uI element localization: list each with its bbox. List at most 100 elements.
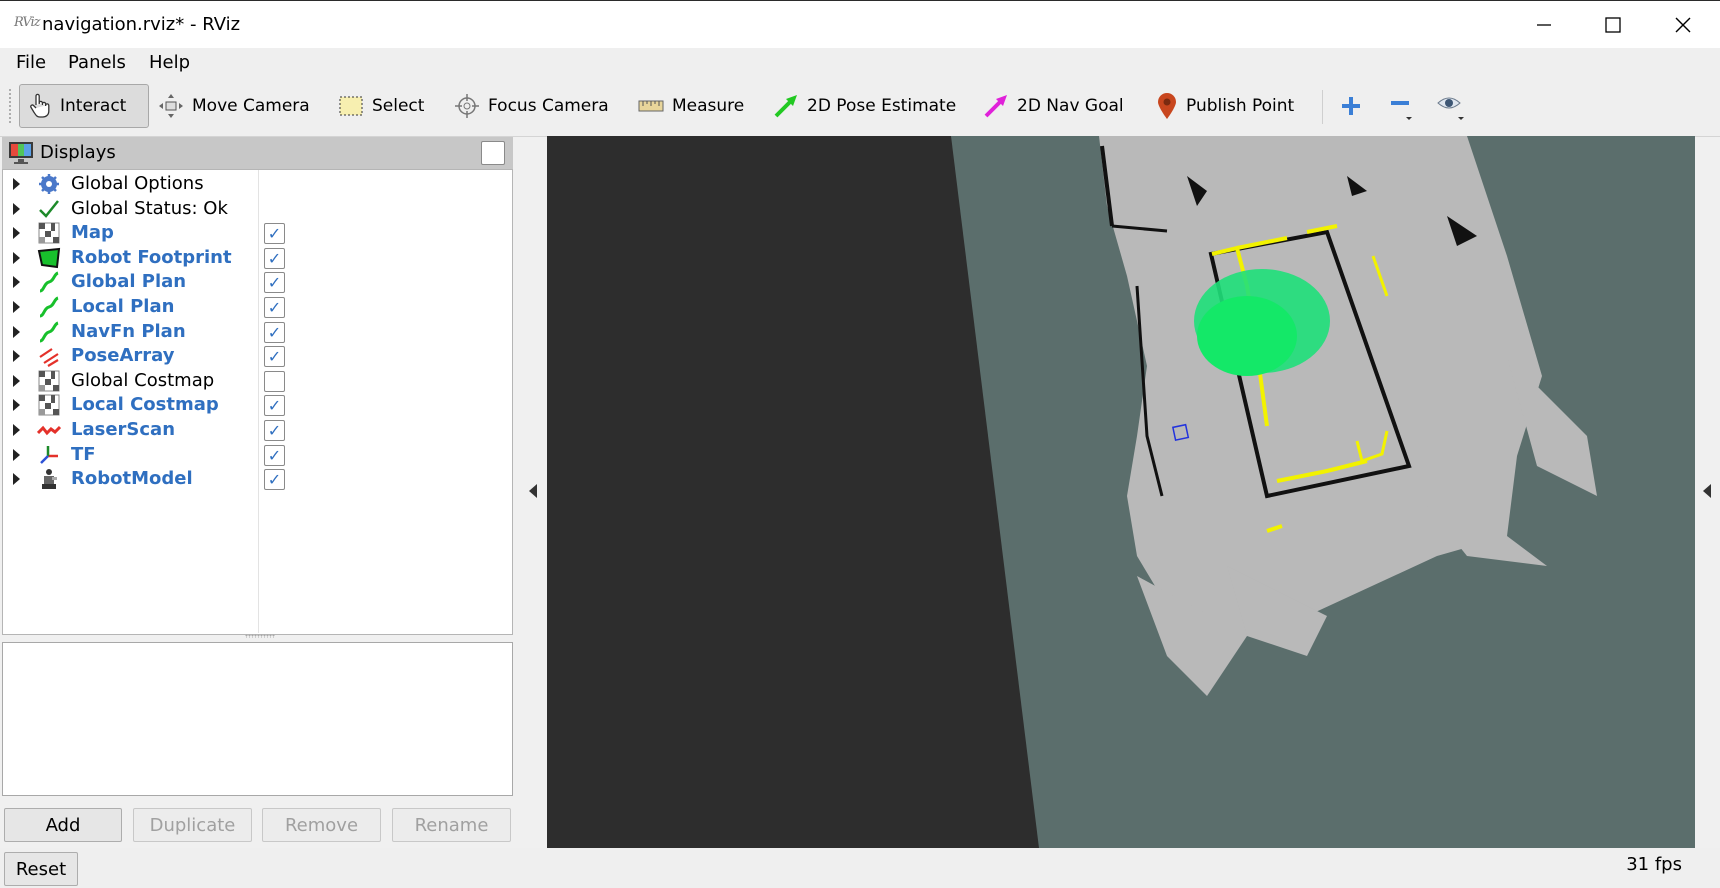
tool-interact-label: Interact <box>60 96 127 116</box>
expand-arrow-icon[interactable] <box>13 251 20 264</box>
display-item-local-plan[interactable]: Local Plan ✓ <box>3 293 512 320</box>
display-item-label: Local Plan <box>71 296 175 317</box>
grid-map-icon <box>37 370 61 392</box>
crosshair-icon <box>455 94 479 118</box>
tool-focus-camera[interactable]: Focus Camera <box>446 84 617 128</box>
grid-map-icon <box>37 222 61 244</box>
plus-icon <box>1342 97 1360 115</box>
tool-2d-pose-estimate-label: 2D Pose Estimate <box>807 96 957 116</box>
expand-arrow-icon[interactable] <box>13 325 20 338</box>
display-enabled-checkbox[interactable]: ✓ <box>264 321 285 343</box>
display-enabled-checkbox[interactable]: ✓ <box>264 223 285 245</box>
toolbar-separator <box>1322 90 1323 124</box>
view-panels-button[interactable] <box>1436 84 1476 128</box>
display-enabled-checkbox[interactable]: ✓ <box>264 469 285 491</box>
remove-tool-button[interactable] <box>1388 84 1424 128</box>
expand-arrow-icon[interactable] <box>13 276 20 289</box>
panel-float-button[interactable] <box>481 141 505 165</box>
expand-arrow-icon[interactable] <box>13 473 20 486</box>
path-icon <box>37 271 61 293</box>
minus-icon <box>1391 101 1412 120</box>
display-item-local-costmap[interactable]: Local Costmap ✓ <box>3 391 512 418</box>
fps-counter: 31 fps <box>1626 854 1682 875</box>
display-item-label: Global Plan <box>71 271 187 293</box>
expand-arrow-icon[interactable] <box>13 301 20 313</box>
map-pin-icon <box>1158 93 1176 119</box>
add-tool-button[interactable] <box>1340 84 1376 128</box>
collapse-left-icon[interactable] <box>529 484 537 498</box>
display-item-robot-footprint[interactable]: Robot Footprint ✓ <box>3 244 512 271</box>
tool-interact[interactable]: Interact <box>19 84 149 128</box>
display-item-global-status-ok[interactable]: Global Status: Ok <box>3 195 512 222</box>
expand-arrow-icon[interactable] <box>13 424 20 436</box>
toolbar: Interact Move Camera Select Focus Camera… <box>0 78 1720 137</box>
panel-splitter[interactable] <box>245 634 275 638</box>
display-enabled-checkbox[interactable]: ✓ <box>264 247 285 269</box>
tool-select[interactable]: Select <box>330 84 432 128</box>
display-item-label: PoseArray <box>71 345 175 367</box>
description-panel <box>2 642 513 796</box>
display-item-map[interactable]: Map ✓ <box>3 219 512 246</box>
duplicate-button[interactable]: Duplicate <box>133 808 252 842</box>
expand-arrow-icon[interactable] <box>13 448 20 461</box>
close-button[interactable] <box>1651 1 1715 49</box>
tool-measure[interactable]: Measure <box>630 84 752 128</box>
display-item-laserscan[interactable]: LaserScan ✓ <box>3 416 512 443</box>
display-item-label: Global Status: Ok <box>71 197 228 219</box>
menu-panels[interactable]: Panels <box>68 52 126 73</box>
display-enabled-checkbox[interactable] <box>264 370 285 392</box>
window-title: navigation.rviz* - RViz <box>42 14 241 35</box>
display-item-label: Local Costmap <box>71 394 219 416</box>
display-item-tf[interactable]: TF ✓ <box>3 441 512 468</box>
display-item-label: LaserScan <box>71 419 176 440</box>
reset-button[interactable]: Reset <box>4 852 78 886</box>
rename-button[interactable]: Rename <box>392 808 511 842</box>
display-item-label: Global Costmap <box>71 369 215 391</box>
display-enabled-checkbox[interactable]: ✓ <box>264 395 285 417</box>
tool-2d-pose-estimate[interactable]: 2D Pose Estimate <box>765 84 964 128</box>
minimize-button[interactable] <box>1512 1 1576 49</box>
display-item-label: NavFn Plan <box>71 320 186 342</box>
collapse-right-icon[interactable] <box>1703 484 1711 498</box>
expand-arrow-icon[interactable] <box>13 178 20 190</box>
laser-scan-icon <box>37 419 61 441</box>
display-enabled-checkbox[interactable]: ✓ <box>264 297 285 318</box>
displays-panel-header: Displays <box>2 137 513 170</box>
menu-help[interactable]: Help <box>149 52 190 73</box>
display-enabled-checkbox[interactable]: ✓ <box>264 272 285 294</box>
display-enabled-checkbox[interactable]: ✓ <box>264 444 285 466</box>
tool-2d-nav-goal[interactable]: 2D Nav Goal <box>975 84 1132 128</box>
display-item-global-costmap[interactable]: Global Costmap <box>3 367 512 394</box>
tool-publish-point[interactable]: Publish Point <box>1148 84 1302 128</box>
gear-icon <box>37 173 61 195</box>
expand-arrow-icon[interactable] <box>13 350 20 363</box>
render-viewport[interactable] <box>547 136 1695 848</box>
display-enabled-checkbox[interactable]: ✓ <box>264 346 285 368</box>
menu-file[interactable]: File <box>16 52 46 73</box>
tool-2d-nav-goal-label: 2D Nav Goal <box>1017 96 1124 116</box>
remove-button[interactable]: Remove <box>262 808 381 842</box>
display-item-navfn-plan[interactable]: NavFn Plan ✓ <box>3 318 512 345</box>
display-item-posearray[interactable]: PoseArray ✓ <box>3 342 512 369</box>
display-item-global-options[interactable]: Global Options <box>3 170 512 197</box>
tool-move-camera[interactable]: Move Camera <box>150 84 318 128</box>
expand-arrow-icon[interactable] <box>13 202 20 215</box>
expand-arrow-icon[interactable] <box>13 374 20 387</box>
maximize-icon <box>1605 17 1621 33</box>
eye-icon <box>1437 97 1464 120</box>
expand-arrow-icon[interactable] <box>13 399 20 412</box>
green-arrow-icon <box>774 95 797 118</box>
display-enabled-checkbox[interactable]: ✓ <box>264 420 285 441</box>
display-item-robotmodel[interactable]: RobotModel ✓ <box>3 465 512 492</box>
add-button[interactable]: Add <box>4 808 122 842</box>
robot-icon <box>37 468 61 490</box>
maximize-button[interactable] <box>1581 1 1645 49</box>
pose-array-icon <box>37 345 61 368</box>
ruler-icon <box>638 100 664 112</box>
tool-move-camera-label: Move Camera <box>192 96 310 116</box>
magenta-arrow-icon <box>984 95 1007 118</box>
display-item-global-plan[interactable]: Global Plan ✓ <box>3 268 512 295</box>
expand-arrow-icon[interactable] <box>13 227 20 240</box>
title-bar: RViz navigation.rviz* - RViz <box>0 0 1720 49</box>
toolbar-grip[interactable] <box>8 88 12 124</box>
